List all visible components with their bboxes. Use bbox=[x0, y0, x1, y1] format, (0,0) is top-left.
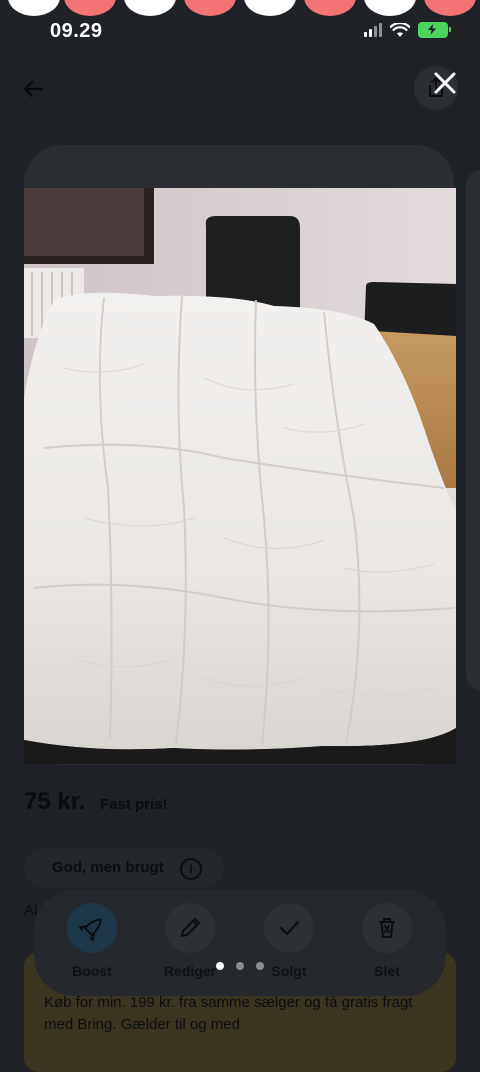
listing-photo[interactable] bbox=[24, 188, 456, 764]
check-icon bbox=[279, 920, 300, 936]
next-photo-peek bbox=[466, 170, 480, 690]
sold-button[interactable] bbox=[264, 903, 314, 953]
boost-label: Boost bbox=[72, 963, 112, 979]
pager-dot-active[interactable] bbox=[216, 962, 224, 970]
edit-button[interactable] bbox=[165, 903, 215, 953]
delete-button[interactable] bbox=[362, 903, 412, 953]
condition-label: God, men brugt bbox=[52, 859, 164, 876]
listing-price: 75 kr. bbox=[24, 788, 86, 815]
promo-text: Køb for min. 199 kr. fra samme sælger og… bbox=[44, 994, 413, 1033]
trash-icon bbox=[379, 918, 395, 938]
delete-label: Slet bbox=[374, 963, 400, 979]
info-icon[interactable]: i bbox=[180, 858, 202, 880]
boost-button[interactable] bbox=[67, 903, 117, 953]
arrow-left-icon[interactable] bbox=[20, 76, 46, 102]
rocket-icon bbox=[78, 918, 102, 942]
price-note: Fast pris! bbox=[100, 796, 168, 813]
close-icon[interactable] bbox=[430, 68, 460, 98]
pager-dot[interactable] bbox=[256, 962, 264, 970]
image-pager bbox=[216, 962, 264, 970]
pencil-icon bbox=[181, 918, 200, 937]
duvet-photo bbox=[24, 188, 456, 764]
pager-dot[interactable] bbox=[236, 962, 244, 970]
